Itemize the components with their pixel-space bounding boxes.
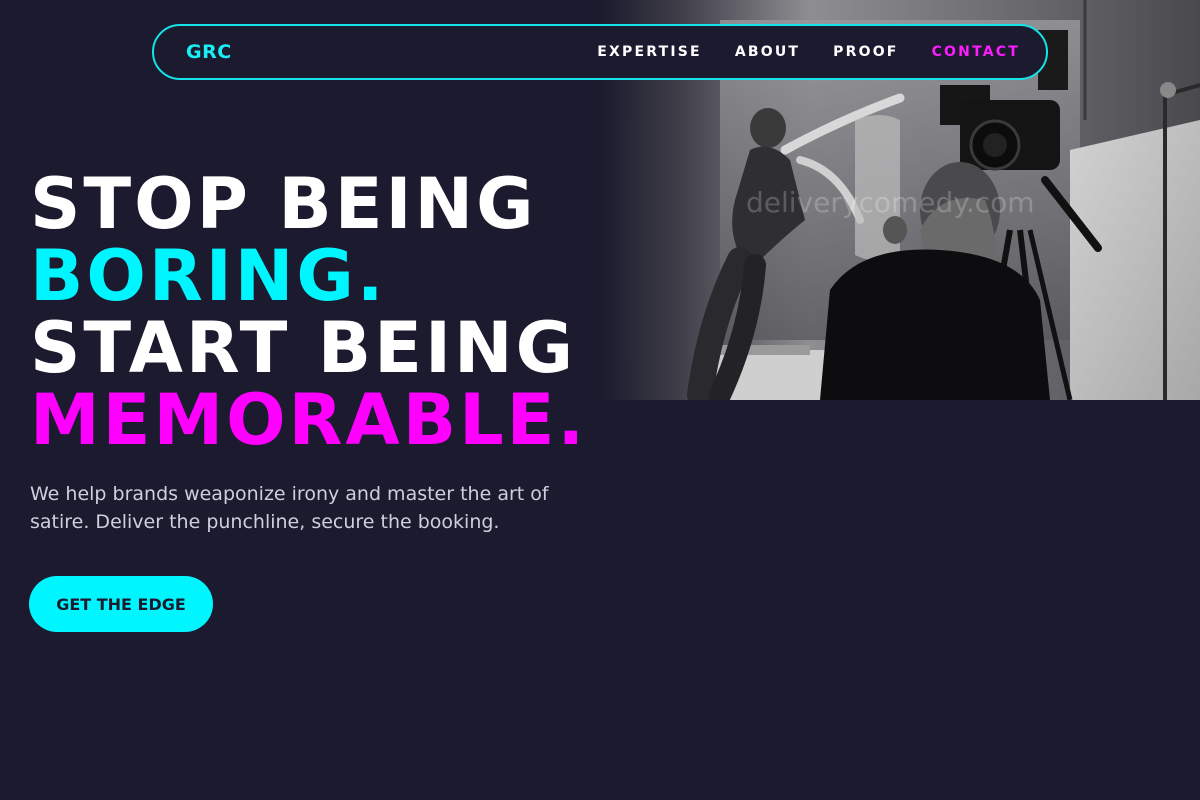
headline-line-1: STOP BEING (30, 163, 537, 245)
headline-line-2: BORING. (30, 235, 387, 317)
nav-link-expertise[interactable]: EXPERTISE (597, 44, 702, 60)
headline-line-4: MEMORABLE. (30, 379, 588, 461)
nav-link-contact[interactable]: CONTACT (932, 44, 1020, 60)
top-nav: GRC EXPERTISE ABOUT PROOF CONTACT (152, 24, 1048, 80)
nav-link-about[interactable]: ABOUT (735, 44, 800, 60)
hero-description: We help brands weaponize irony and maste… (30, 483, 549, 533)
get-the-edge-button[interactable]: GET THE EDGE (29, 576, 213, 632)
nav-links: EXPERTISE ABOUT PROOF CONTACT (597, 44, 1020, 60)
logo[interactable]: GRC (186, 41, 232, 63)
headline-line-3: START BEING (30, 307, 577, 389)
hero-headline: STOP BEING BORING. START BEING MEMORABLE… (30, 168, 587, 456)
page: deliverycomedy.com GRC EXPERTISE ABOUT P… (0, 0, 1200, 800)
headline: STOP BEING BORING. START BEING MEMORABLE… (30, 168, 587, 456)
photo-watermark: deliverycomedy.com (746, 186, 1035, 219)
nav-link-proof[interactable]: PROOF (833, 44, 898, 60)
